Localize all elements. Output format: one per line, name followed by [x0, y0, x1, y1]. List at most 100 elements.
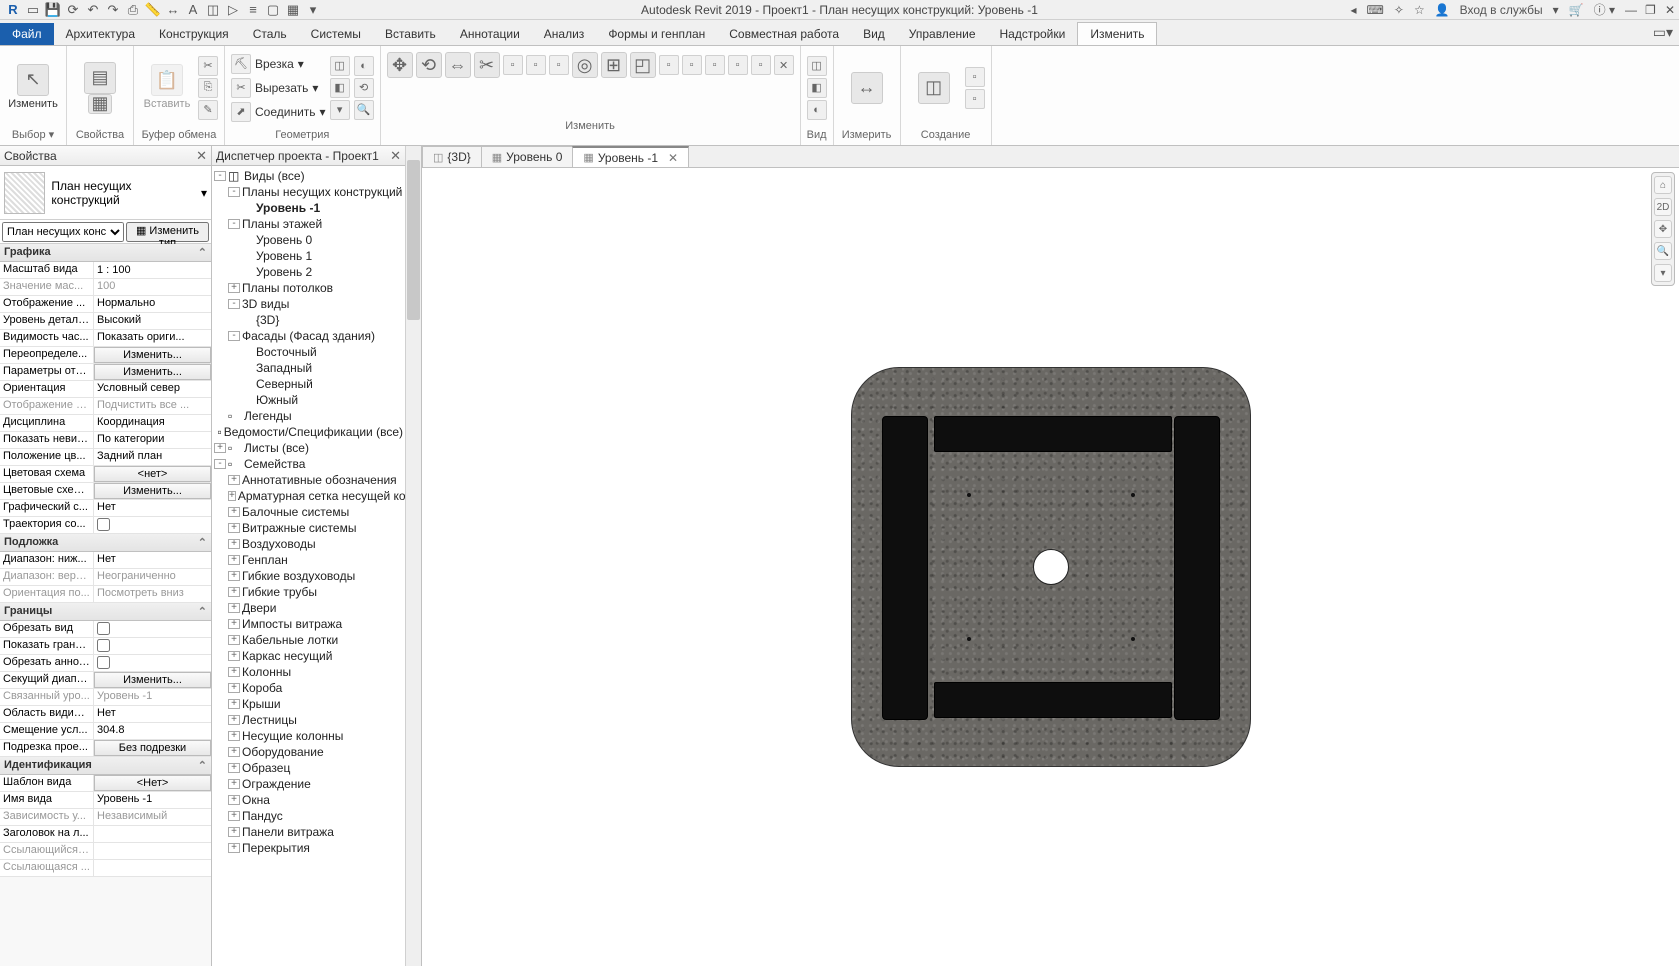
ribbon-tab[interactable]: Вставить	[373, 23, 448, 45]
prop-value[interactable]: Уровень -1	[94, 689, 211, 705]
v2-icon[interactable]: ◧	[807, 78, 827, 98]
prop-row[interactable]: Отображение ...Нормально	[0, 296, 211, 313]
prop-value[interactable]: Высокий	[94, 313, 211, 329]
geom-c-icon[interactable]: ▾	[330, 100, 350, 120]
keyword-icon[interactable]: ⌨	[1365, 3, 1386, 17]
array-icon[interactable]: ⊞	[601, 52, 627, 78]
browser-scrollbar[interactable]	[405, 146, 421, 966]
measure-icon[interactable]: 📏	[144, 1, 162, 19]
expander-icon[interactable]: +	[228, 491, 236, 501]
prop-value[interactable]: Посмотреть вниз	[94, 586, 211, 602]
sign-in-label[interactable]: Вход в службы	[1458, 3, 1545, 17]
m4-icon[interactable]: ▫	[659, 55, 679, 75]
prop-value[interactable]: Нет	[94, 500, 211, 516]
prop-value[interactable]: Показать ориги...	[94, 330, 211, 346]
v3-icon[interactable]: ◐	[807, 100, 827, 120]
group-identity[interactable]: Идентификация⌃	[0, 757, 211, 775]
tree-item[interactable]: Западный	[214, 360, 403, 376]
m6-icon[interactable]: ▫	[705, 55, 725, 75]
expander-icon[interactable]: +	[228, 795, 240, 805]
prop-value[interactable]: Изменить...	[94, 364, 211, 380]
cart-icon[interactable]: 🛒	[1567, 3, 1586, 17]
expander-icon[interactable]: -	[228, 331, 240, 341]
tree-item[interactable]: +Панели витража	[214, 824, 403, 840]
tree-item[interactable]: +Короба	[214, 680, 403, 696]
prop-row[interactable]: Имя видаУровень -1	[0, 792, 211, 809]
prop-input[interactable]	[97, 263, 208, 277]
expander-icon[interactable]: -	[214, 459, 226, 469]
prop-row[interactable]: Смещение усл...304.8	[0, 723, 211, 740]
expander-icon[interactable]: +	[228, 811, 240, 821]
expander-icon[interactable]: +	[228, 731, 240, 741]
group-extents[interactable]: Границы⌃	[0, 603, 211, 621]
tree-item[interactable]: -Планы этажей	[214, 216, 403, 232]
modify-tool[interactable]: ↖ Изменить	[6, 62, 60, 112]
dim-icon[interactable]: ↔	[164, 1, 182, 19]
tree-item[interactable]: +Аннотативные обозначения	[214, 472, 403, 488]
tree-item[interactable]: Уровень 0	[214, 232, 403, 248]
group-graphics[interactable]: Графика⌃	[0, 244, 211, 262]
tree-item[interactable]: +Перекрытия	[214, 840, 403, 856]
prop-row[interactable]: Зависимость у...Независимый	[0, 809, 211, 826]
expander-icon[interactable]: +	[228, 523, 240, 533]
open-icon[interactable]: ▭	[24, 1, 42, 19]
print-icon[interactable]: ⎙	[124, 1, 142, 19]
prop-row[interactable]: Ссылающаяся ...	[0, 860, 211, 877]
ribbon-tab[interactable]: Совместная работа	[717, 23, 851, 45]
switch-window-icon[interactable]: ▦	[284, 1, 302, 19]
tree-item[interactable]: Уровень 2	[214, 264, 403, 280]
tree-item[interactable]: +Лестницы	[214, 712, 403, 728]
geom-e-icon[interactable]: ⟲	[354, 78, 374, 98]
prop-row[interactable]: Связанный уро...Уровень -1	[0, 689, 211, 706]
geom-f-icon[interactable]: 🔍	[354, 100, 374, 120]
prop-value[interactable]: Изменить...	[94, 672, 211, 688]
ribbon-tab[interactable]: Аннотации	[448, 23, 532, 45]
tree-item[interactable]: ▫Ведомости/Спецификации (все)	[214, 424, 403, 440]
prop-value[interactable]: 304.8	[94, 723, 211, 739]
prop-row[interactable]: Шаблон вида<Нет>	[0, 775, 211, 792]
prop-checkbox[interactable]	[97, 639, 110, 652]
m2-icon[interactable]: ▫	[526, 55, 546, 75]
expander-icon[interactable]: +	[228, 699, 240, 709]
m5-icon[interactable]: ▫	[682, 55, 702, 75]
text-icon[interactable]: A	[184, 1, 202, 19]
prop-row[interactable]: ОриентацияУсловный север	[0, 381, 211, 398]
m7-icon[interactable]: ▫	[728, 55, 748, 75]
prop-value[interactable]: Координация	[94, 415, 211, 431]
expander-icon[interactable]: -	[228, 299, 240, 309]
prop-value[interactable]	[94, 843, 211, 859]
favorite-icon[interactable]: ☆	[1412, 3, 1427, 17]
tree-item[interactable]: -Фасады (Фасад здания)	[214, 328, 403, 344]
m9-icon[interactable]: ✕	[774, 55, 794, 75]
offset-icon[interactable]: ◎	[572, 52, 598, 78]
prop-value[interactable]: По категории	[94, 432, 211, 448]
drawing-canvas[interactable]: ⌂ 2D ✥ 🔍 ▾	[422, 168, 1679, 966]
prop-value[interactable]: Изменить...	[94, 483, 211, 499]
close-icon[interactable]: ✕	[1663, 3, 1677, 17]
ribbon-tab[interactable]: Надстройки	[988, 23, 1078, 45]
tree-item[interactable]: Северный	[214, 376, 403, 392]
ribbon-tab[interactable]: Вид	[851, 23, 897, 45]
prop-row[interactable]: Траектория со...	[0, 517, 211, 534]
expander-icon[interactable]: +	[228, 475, 240, 485]
expander-icon[interactable]: +	[228, 587, 240, 597]
expander-icon[interactable]: +	[214, 443, 226, 453]
prop-value[interactable]: Условный север	[94, 381, 211, 397]
expander-icon[interactable]: -	[228, 187, 240, 197]
tree-item[interactable]: +Образец	[214, 760, 403, 776]
v1-icon[interactable]: ◫	[807, 56, 827, 76]
prop-value[interactable]	[94, 826, 211, 842]
prop-row[interactable]: Цветовая схема<нет>	[0, 466, 211, 483]
expander-icon[interactable]: +	[228, 603, 240, 613]
prop-row[interactable]: Масштаб вида	[0, 262, 211, 279]
close-inactive-icon[interactable]: ▢	[264, 1, 282, 19]
prop-value[interactable]: Независимый	[94, 809, 211, 825]
tree-item[interactable]: +Оборудование	[214, 744, 403, 760]
save-icon[interactable]: 💾	[44, 1, 62, 19]
ribbon-tab[interactable]: Конструкция	[147, 23, 241, 45]
prop-row[interactable]: Ориентация по...Посмотреть вниз	[0, 586, 211, 603]
prop-row[interactable]: Переопределе...Изменить...	[0, 347, 211, 364]
prop-row[interactable]: Цветовые схем...Изменить...	[0, 483, 211, 500]
wall-left[interactable]	[882, 416, 928, 720]
ribbon-tab[interactable]: Управление	[897, 23, 988, 45]
